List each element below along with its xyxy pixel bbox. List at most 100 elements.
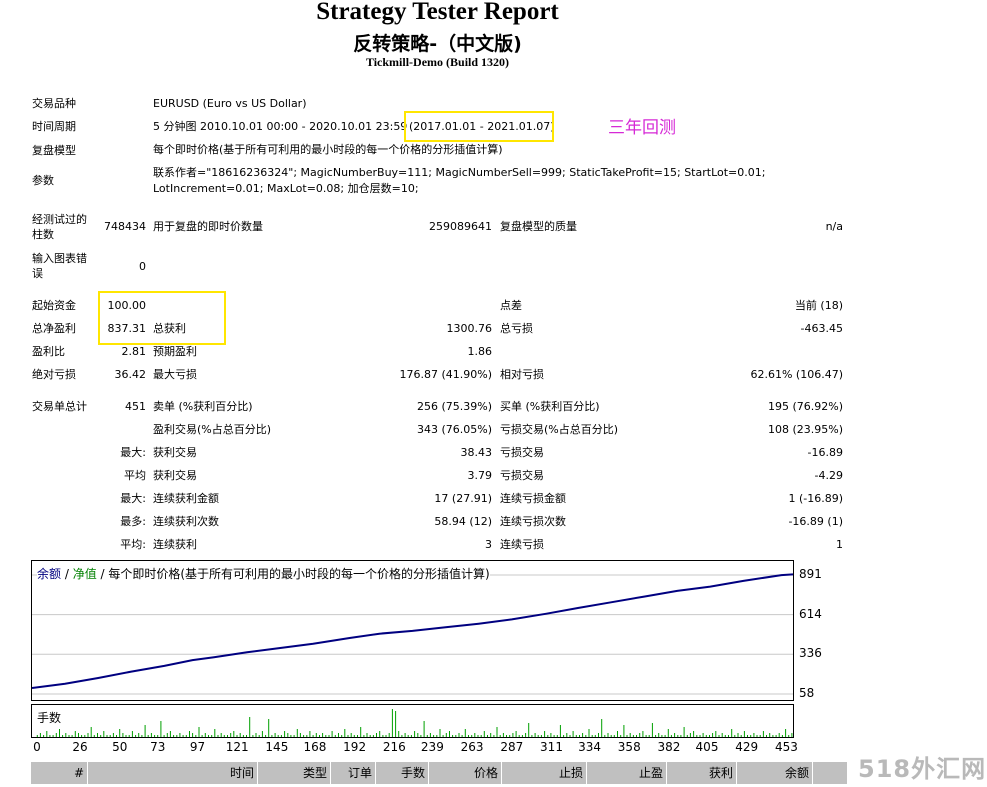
volume-bar — [588, 729, 590, 737]
volume-bar — [81, 735, 83, 737]
volume-bar — [677, 735, 679, 737]
avg-prefix: 平均: — [120, 538, 146, 551]
volume-bar — [395, 711, 397, 737]
x-tick-label: 358 — [617, 740, 641, 754]
bars-value: 748434 — [104, 220, 146, 233]
max-consec-wins-amt-label: 连续获利金额 — [153, 492, 219, 505]
volume-bar — [109, 735, 111, 737]
highlight-box-profit — [98, 291, 226, 345]
volume-bar — [296, 729, 298, 737]
highlight-box-period — [404, 111, 554, 142]
volume-bar — [544, 731, 546, 737]
server-build: Tickmill-Demo (Build 1320) — [365, 55, 510, 69]
volume-bar — [762, 731, 764, 737]
volume-bar — [582, 733, 584, 737]
volume-bar — [410, 735, 412, 737]
volume-bar — [750, 735, 752, 737]
volume-bar — [642, 731, 644, 737]
volume-bar — [204, 733, 206, 737]
chart-title-sep: / — [61, 567, 73, 581]
annotation-text: 三年回测 — [608, 118, 676, 138]
volume-bar — [480, 735, 482, 737]
volume-bar — [223, 735, 225, 737]
rel-drawdown-value: 62.61% (106.47) — [750, 368, 843, 381]
volume-bar — [195, 735, 197, 737]
model-value: 每个即时价格(基于所有可利用的最小时段的每一个价格的分形插值计算) — [153, 143, 503, 156]
volume-bar — [360, 727, 362, 737]
volume-bar — [718, 735, 720, 737]
x-tick-label: 405 — [695, 740, 719, 754]
quality-value: n/a — [825, 220, 843, 233]
volume-bar — [474, 733, 476, 737]
volume-bar — [163, 735, 165, 737]
volume-bar — [791, 733, 793, 737]
loss-trades-value: 108 (23.95%) — [767, 423, 843, 436]
volume-bar — [379, 731, 381, 737]
volume-bar — [280, 735, 282, 737]
volume-bar — [290, 735, 292, 737]
max-consec-loss-count-label: 连续亏损次数 — [500, 515, 566, 528]
errors-label-2: 误 — [32, 267, 43, 280]
volume-bar — [632, 735, 634, 737]
strategy-name: 反转策略-（中文版) — [353, 33, 522, 55]
profit-factor-label: 盈利比 — [32, 345, 65, 358]
volume-bar — [617, 731, 618, 737]
volume-bar — [781, 735, 783, 737]
volume-bar — [325, 735, 327, 737]
volume-bar — [585, 735, 587, 737]
table-header-cell: 止盈 — [587, 762, 667, 784]
watermark-logo: 518外汇网 — [858, 755, 987, 783]
volume-bar — [414, 731, 416, 737]
volume-bar — [315, 733, 317, 737]
volume-bar — [150, 733, 152, 737]
volume-bar — [563, 735, 565, 737]
volume-bar — [306, 735, 308, 737]
volume-bar — [131, 731, 133, 737]
spread-label: 点差 — [500, 299, 522, 312]
initial-deposit-label: 起始资金 — [32, 299, 76, 312]
volume-bar — [74, 731, 76, 737]
volume-bar — [59, 729, 60, 737]
balance-chart: 余额 / 净值 / 每个即时价格(基于所有可利用的最小时段的每一个价格的分形插值… — [31, 560, 794, 701]
volume-bar — [169, 731, 171, 737]
volume-bar — [724, 735, 726, 737]
expected-payoff-value: 1.86 — [467, 345, 493, 358]
volume-bar — [499, 735, 501, 737]
volume-bar — [230, 733, 232, 737]
table-header-cell: 类型 — [258, 762, 331, 784]
profit-trades-label: 盈利交易(%占总百分比) — [153, 423, 272, 436]
volume-bar — [407, 735, 409, 737]
volume-bar — [246, 735, 247, 737]
volume-bar — [173, 735, 175, 737]
volume-bar — [569, 735, 571, 737]
volume-bar — [138, 733, 140, 737]
volume-bar — [189, 731, 190, 737]
volume-bar — [721, 733, 723, 737]
expected-payoff-label: 预期盈利 — [153, 345, 197, 358]
volume-bar — [46, 731, 48, 737]
volume-bar — [689, 733, 691, 737]
ticks-label: 用于复盘的即时价数量 — [153, 220, 263, 233]
short-trades-label: 卖单 (%获利百分比) — [153, 400, 253, 413]
volume-bar — [683, 727, 685, 737]
volume-bar — [540, 735, 542, 737]
volume-bar — [322, 733, 324, 737]
y-tick-label: 891 — [799, 567, 822, 581]
volume-bar — [639, 733, 641, 737]
average-prefix: 平均 — [124, 469, 146, 482]
volume-bar — [135, 735, 137, 737]
volume-bar — [740, 735, 742, 737]
volume-bar — [128, 735, 130, 737]
symbol-label: 交易品种 — [32, 97, 76, 110]
volume-bar — [439, 729, 441, 737]
volume-bar — [547, 735, 549, 737]
max-drawdown-value: 176.87 (41.90%) — [399, 368, 492, 381]
volume-bar — [52, 735, 54, 737]
volume-bar — [271, 735, 273, 737]
table-header-cell: 价格 — [429, 762, 502, 784]
volume-bar — [766, 735, 767, 737]
volume-bar — [303, 735, 305, 737]
volume-bar — [743, 731, 745, 737]
volume-bar — [87, 733, 89, 737]
volume-bar — [594, 735, 596, 737]
